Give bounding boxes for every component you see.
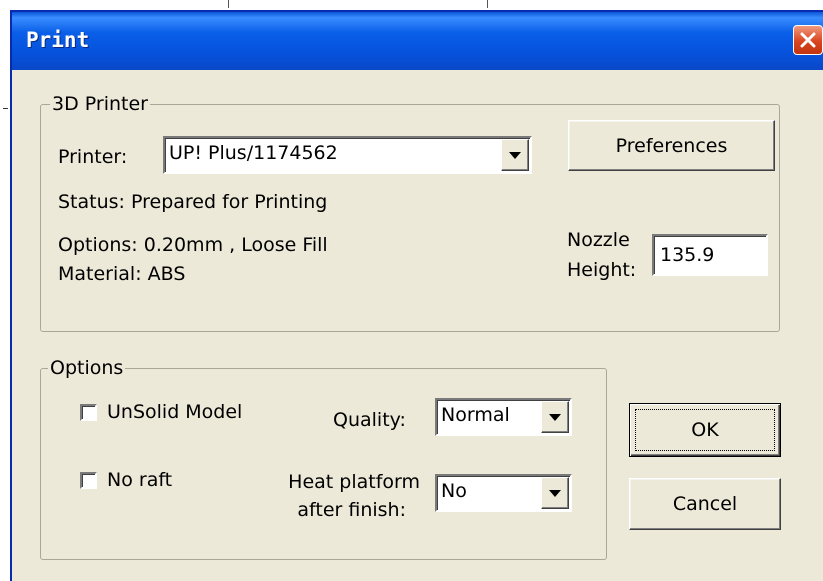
nozzle-height-input[interactable] xyxy=(652,234,768,276)
options-group: Options xyxy=(40,356,607,560)
quality-select[interactable]: Normal xyxy=(435,398,572,436)
quality-dropdown-button[interactable] xyxy=(541,401,569,433)
window-title: Print xyxy=(26,28,90,52)
chevron-down-icon xyxy=(509,152,521,159)
preferences-button-label: Preferences xyxy=(615,134,728,157)
title-bar[interactable]: Print xyxy=(12,12,823,70)
heat-platform-label-line1: Heat platform xyxy=(288,471,420,493)
material-text: Material: ABS xyxy=(58,263,186,285)
cancel-button[interactable]: Cancel xyxy=(629,478,781,530)
printer-select-value: UP! Plus/1174562 xyxy=(169,142,338,164)
ok-button-label: OK xyxy=(691,419,719,441)
chevron-down-icon xyxy=(549,414,561,421)
close-button[interactable] xyxy=(793,25,823,55)
heat-platform-dropdown-button[interactable] xyxy=(541,477,569,509)
no-raft-label[interactable]: No raft xyxy=(107,468,172,492)
heat-platform-label-line2: after finish: xyxy=(297,499,406,521)
background-tick xyxy=(487,0,488,8)
print-dialog: Print 3D Printer Printer: UP! Plus/11745… xyxy=(10,10,823,581)
unsolid-model-label[interactable]: UnSolid Model xyxy=(107,400,242,424)
cancel-button-label: Cancel xyxy=(672,493,738,515)
heat-platform-select-value: No xyxy=(441,480,467,502)
printer-dropdown-button[interactable] xyxy=(501,139,529,171)
printer-label: Printer: xyxy=(58,146,128,168)
close-icon xyxy=(800,32,816,48)
nozzle-label-line2: Height: xyxy=(567,259,637,281)
chevron-down-icon xyxy=(549,490,561,497)
quality-select-value: Normal xyxy=(441,404,510,426)
quality-label: Quality: xyxy=(333,409,406,431)
preferences-button[interactable]: Preferences xyxy=(568,120,775,171)
background-strip-left xyxy=(0,12,10,579)
status-text: Status: Prepared for Printing xyxy=(58,191,328,213)
background-tick xyxy=(3,108,8,109)
background-tick xyxy=(228,0,229,8)
options-text: Options: 0.20mm , Loose Fill xyxy=(58,234,328,256)
printer-group-label: 3D Printer xyxy=(50,92,150,116)
printer-select[interactable]: UP! Plus/1174562 xyxy=(163,136,532,174)
options-group-label: Options xyxy=(48,356,126,380)
heat-platform-select[interactable]: No xyxy=(435,474,572,512)
no-raft-checkbox[interactable] xyxy=(80,472,97,489)
ok-button[interactable]: OK xyxy=(629,403,781,457)
unsolid-model-checkbox[interactable] xyxy=(80,404,97,421)
nozzle-label-line1: Nozzle xyxy=(567,229,630,251)
